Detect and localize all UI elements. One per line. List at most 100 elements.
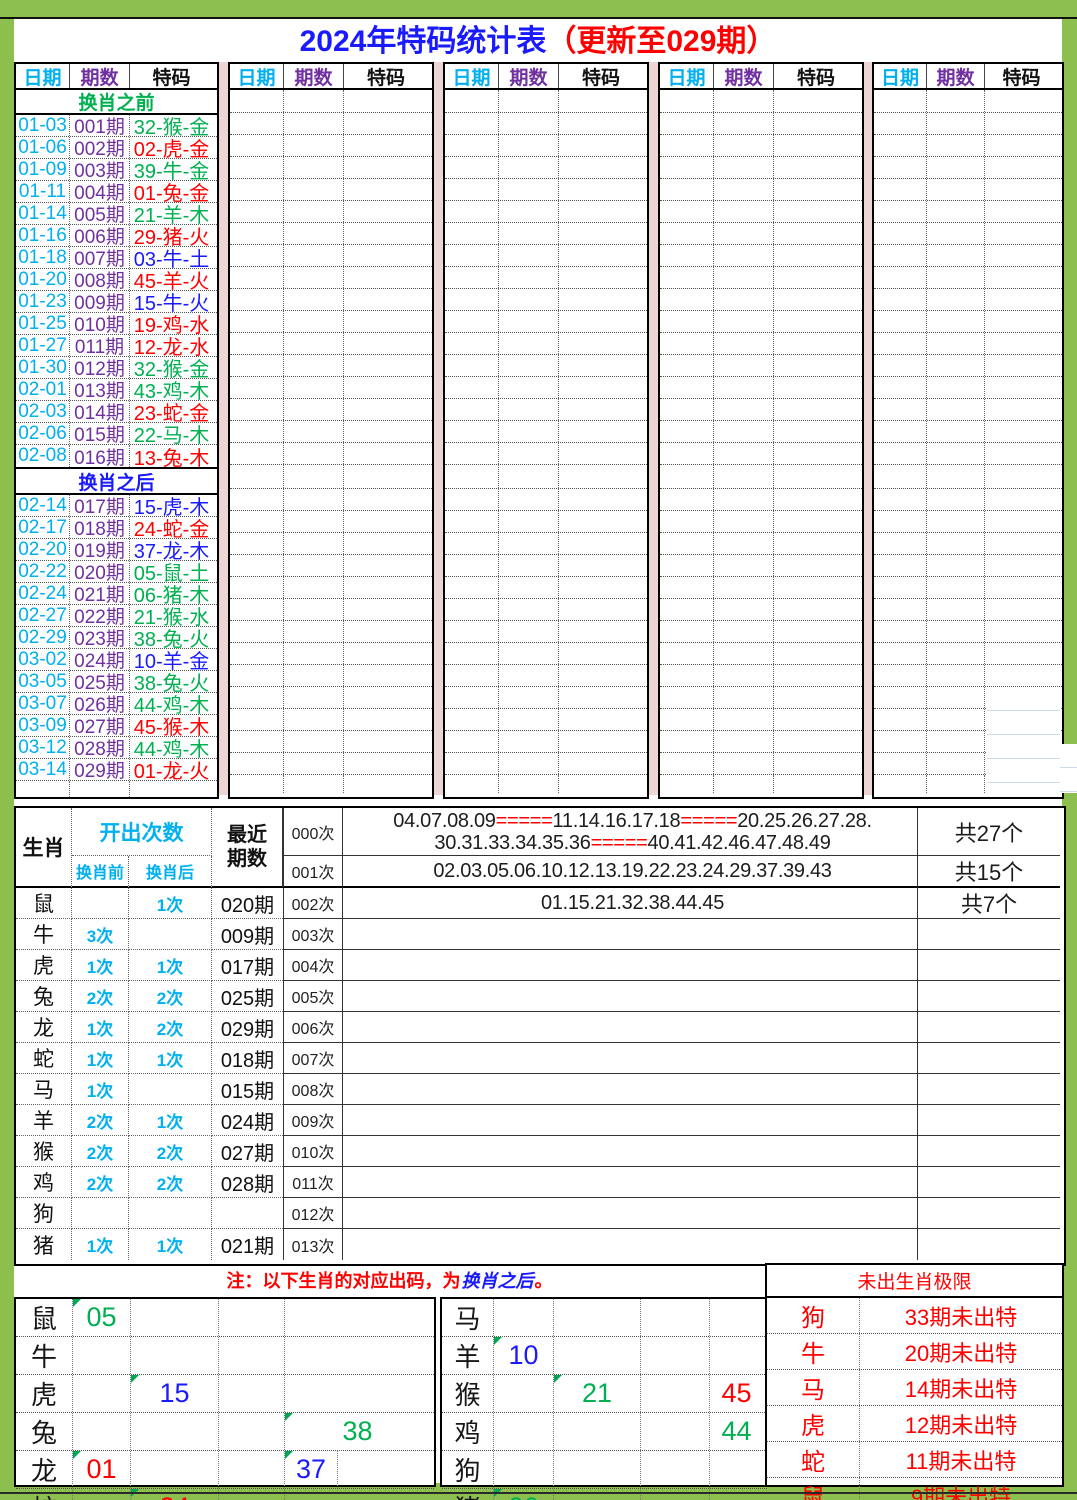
limit-text: 12期未出特: [860, 1406, 1062, 1441]
empty-row: [230, 709, 432, 731]
empty-cell: [874, 90, 927, 112]
empty-cell: [927, 267, 985, 288]
empty-row: [230, 333, 432, 355]
empty-row: [660, 775, 862, 793]
count-after: 2次: [129, 1167, 212, 1198]
freq-count: [918, 1229, 1060, 1260]
empty-cell: [714, 753, 774, 774]
empty-cell: [927, 311, 985, 332]
empty-cell: [344, 621, 428, 642]
period-cell: 019期: [70, 539, 130, 560]
limit-zodiac: 蛇: [767, 1442, 860, 1477]
period-cell: 007期: [70, 247, 130, 268]
table-row: 01-16006期29-猪-火: [16, 225, 217, 247]
code-cell: 38-兔-火: [130, 671, 213, 692]
date-cell: 02-29: [16, 627, 70, 648]
empty-row: [445, 687, 647, 709]
empty-cell: [927, 599, 985, 620]
freq-number-run: 30.31.33.34.35.36: [434, 832, 590, 854]
table-header-row: 日期期数特码: [660, 64, 862, 90]
empty-cell: [985, 665, 1058, 686]
empty-cell: [874, 599, 927, 620]
empty-row: [660, 489, 862, 511]
count-after: [129, 919, 212, 950]
count-after: 1次: [129, 950, 212, 981]
table-row: 02-17018期24-蛇-金: [16, 517, 217, 539]
empty-cell: [559, 665, 643, 686]
period-cell: 005期: [70, 203, 130, 224]
empty-row: [874, 157, 1062, 179]
empty-row: [874, 333, 1062, 355]
bottom-empty-cell: [710, 1489, 763, 1500]
bottom-empty-cell: [73, 1375, 131, 1412]
bottom-empty-cell: [554, 1337, 641, 1374]
code-cell: 44-鸡-木: [130, 693, 213, 714]
code-table-group: 日期期数特码: [228, 62, 434, 799]
empty-cell: [774, 511, 858, 532]
bottom-note: 注：以下生肖的对应出码，为 换肖之后 。: [14, 1263, 765, 1296]
period-cell: 028期: [70, 737, 130, 758]
code-header: 特码: [559, 64, 643, 88]
empty-row: [660, 511, 862, 533]
limit-text: 9期未出特: [860, 1478, 1062, 1500]
empty-cell: [445, 355, 499, 376]
bottom-empty-cell: [219, 1337, 285, 1374]
empty-cell: [927, 421, 985, 442]
empty-row: [874, 223, 1062, 245]
empty-cell: [927, 643, 985, 664]
table-row: 02-14017期15-虎-木: [16, 495, 217, 517]
empty-row: [874, 577, 1062, 599]
empty-cell: [230, 555, 284, 576]
empty-cell: [559, 201, 643, 222]
empty-cell: [874, 621, 927, 642]
limit-row: 蛇11期未出特: [767, 1442, 1062, 1478]
freq-number-run: 20.25.26.27.28.: [737, 810, 872, 832]
empty-cell: [927, 489, 985, 510]
date-cell: 02-20: [16, 539, 70, 560]
empty-cell: [774, 377, 858, 398]
note-prefix: 注：以下生肖的对应出码，为: [227, 1267, 461, 1293]
empty-cell: [774, 311, 858, 332]
empty-cell: [344, 399, 428, 420]
empty-row: [445, 577, 647, 599]
freq-count: [918, 1105, 1060, 1136]
missing-zodiac-limit-table: 未出生肖极限 狗33期未出特牛20期未出特马14期未出特虎12期未出特蛇11期未…: [765, 1263, 1064, 1487]
empty-cell: [499, 489, 559, 510]
limit-zodiac: 鼠: [767, 1478, 860, 1500]
empty-cell: [344, 599, 428, 620]
period-cell: 003期: [70, 159, 130, 180]
empty-cell: [230, 709, 284, 730]
table-row: 01-23009期15-牛-火: [16, 291, 217, 313]
empty-cell: [344, 135, 428, 156]
empty-cell: [284, 775, 344, 793]
empty-row: [660, 731, 862, 753]
after-change-label: 换肖后: [129, 856, 212, 888]
bottom-empty-cell: [219, 1451, 285, 1488]
empty-cell: [874, 577, 927, 598]
empty-cell: [130, 781, 213, 799]
empty-row: [445, 775, 647, 793]
date-cell: 01-18: [16, 247, 70, 268]
empty-row: [660, 311, 862, 333]
empty-cell: [874, 687, 927, 708]
empty-cell: [714, 465, 774, 488]
empty-cell: [499, 665, 559, 686]
empty-cell: [230, 201, 284, 222]
code-cell: 15-虎-木: [130, 495, 213, 516]
empty-cell: [284, 201, 344, 222]
empty-row: [230, 289, 432, 311]
empty-cell: [660, 421, 714, 442]
empty-cell: [714, 289, 774, 310]
empty-cell: [559, 465, 643, 488]
empty-cell: [927, 223, 985, 244]
empty-row: [230, 267, 432, 289]
bottom-zodiac-label: 龙: [16, 1451, 73, 1488]
freq-count: [918, 1167, 1060, 1198]
freq-numbers: [343, 981, 918, 1012]
empty-cell: [499, 511, 559, 532]
period-cell: 018期: [70, 517, 130, 538]
empty-cell: [344, 511, 428, 532]
empty-cell: [774, 489, 858, 510]
bottom-row: 虎15: [16, 1375, 434, 1413]
freq-label: 003次: [283, 919, 343, 950]
